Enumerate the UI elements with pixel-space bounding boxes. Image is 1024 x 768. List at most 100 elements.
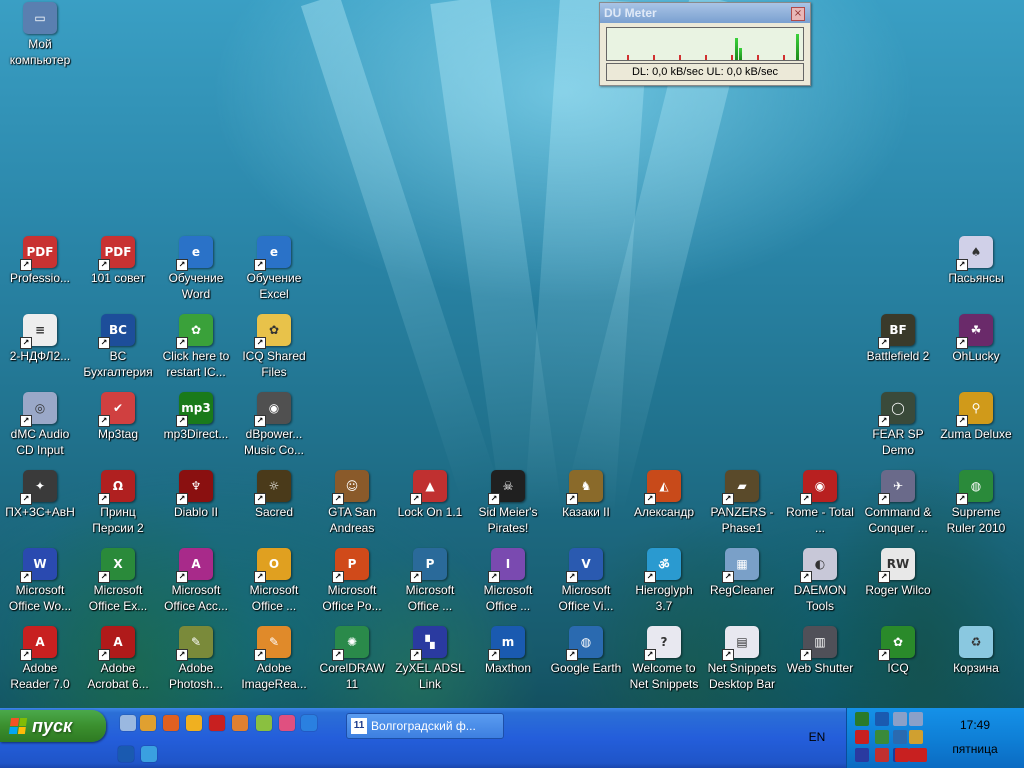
desktop-shortcut[interactable]: PDF ↗ 101 совет	[79, 236, 157, 308]
du-meter-title[interactable]: DU Meter	[600, 3, 810, 23]
desktop-shortcut[interactable]: ▲ ↗ Lock On 1.1	[391, 470, 469, 542]
close-icon[interactable]: ×	[791, 7, 805, 21]
shortcut-label: mp3Direct...	[163, 427, 229, 441]
desktop-shortcut[interactable]: ▰ ↗ PANZERS - Phase1	[703, 470, 781, 542]
desktop-shortcut[interactable]: A ↗ Adobe Reader 7.0	[1, 626, 79, 698]
desktop-shortcut[interactable]: ◍ ↗ Google Earth	[547, 626, 625, 698]
desktop-shortcut[interactable]: ♆ ↗ Diablo II	[157, 470, 235, 542]
desktop-shortcut[interactable]: RW ↗ Roger Wilco	[859, 548, 937, 620]
shortcut-arrow-icon: ↗	[956, 415, 968, 427]
internet-explorer-icon[interactable]	[301, 715, 317, 731]
winamp-icon[interactable]	[186, 715, 202, 731]
desktop-shortcut[interactable]: BF ↗ Battlefield 2	[859, 314, 937, 386]
desktop-shortcut[interactable]: ≡ ↗ 2-НДФЛ2...	[1, 314, 79, 386]
desktop-shortcut[interactable]: ✺ ↗ CorelDRAW 11	[313, 626, 391, 698]
desktop-shortcut[interactable]: ♻ Корзина	[937, 626, 1015, 698]
desktop-shortcut[interactable]: ? ↗ Welcome to Net Snippets	[625, 626, 703, 698]
desktop-shortcut[interactable]: ▤ ↗ Net Snippets Desktop Bar	[703, 626, 781, 698]
desktop-shortcut[interactable]: ✔ ↗ Mp3tag	[79, 392, 157, 464]
desktop-shortcut[interactable]: ✦ ↗ ПХ+ЗС+АвН	[1, 470, 79, 542]
language-en-icon[interactable]	[895, 748, 909, 762]
desktop-shortcut[interactable]: ◯ ↗ FEAR SP Demo	[859, 392, 937, 464]
desktop-shortcut[interactable]: ▚ ↗ ZyXEL ADSL Link	[391, 626, 469, 698]
desktop-shortcut[interactable]: X ↗ Microsoft Office Ex...	[79, 548, 157, 620]
desktop-shortcut[interactable]: ✈ ↗ Command & Conquer ...	[859, 470, 937, 542]
desktop-shortcut[interactable]: P ↗ Microsoft Office ...	[391, 548, 469, 620]
sunset-icon[interactable]	[232, 715, 248, 731]
desktop-shortcut[interactable]: ◭ ↗ Александр	[625, 470, 703, 542]
paint-icon[interactable]	[256, 715, 272, 731]
network-icon[interactable]	[893, 712, 907, 726]
tray-app-3-icon[interactable]	[893, 730, 907, 744]
desktop-shortcut[interactable]: ॐ ↗ Hieroglyph 3.7	[625, 548, 703, 620]
desktop-shortcut[interactable]: ☼ ↗ Sacred	[235, 470, 313, 542]
desktop-shortcut[interactable]: mp3 ↗ mp3Direct...	[157, 392, 235, 464]
disconnected-icon[interactable]	[855, 730, 869, 744]
desktop-shortcut[interactable]: O ↗ Microsoft Office ...	[235, 548, 313, 620]
shortcut-arrow-icon: ↗	[878, 493, 890, 505]
desktop-shortcut[interactable]: ▭ Мой компьютер	[1, 2, 79, 74]
tray-app-6-icon[interactable]	[875, 748, 889, 762]
command-conquer-icon: ✈ ↗	[878, 470, 915, 505]
desktop-shortcut[interactable]: ☺ ↗ GTA San Andreas	[313, 470, 391, 542]
desktop-shortcut[interactable]: ✿ ↗ Click here to restart IC...	[157, 314, 235, 386]
desktop-shortcut[interactable]: ♠ ↗ Пасьянсы	[937, 236, 1015, 308]
desktop-shortcut[interactable]: PDF ↗ Professio...	[1, 236, 79, 308]
desktop-shortcut[interactable]: ♞ ↗ Казаки II	[547, 470, 625, 542]
media-player-icon[interactable]	[163, 715, 179, 731]
tray-app-2-icon[interactable]	[875, 730, 889, 744]
language-indicator[interactable]: EN	[800, 730, 834, 744]
desktop-shortcut[interactable]: ✿ ↗ ICQ Shared Files	[235, 314, 313, 386]
desktop-shortcut[interactable]: m ↗ Maxthon	[469, 626, 547, 698]
desktop-shortcut[interactable]: I ↗ Microsoft Office ...	[469, 548, 547, 620]
desktop-shortcut[interactable]: A ↗ Adobe Acrobat 6...	[79, 626, 157, 698]
opera-icon[interactable]	[209, 715, 225, 731]
desktop-shortcut[interactable]: ◍ ↗ Supreme Ruler 2010	[937, 470, 1015, 542]
pencil-icon[interactable]	[140, 715, 156, 731]
desktop-shortcut[interactable]: BC ↗ BC Бухгалтерия	[79, 314, 157, 386]
desktop-shortcut[interactable]: ✎ ↗ Adobe Photosh...	[157, 626, 235, 698]
tray-app-5-icon[interactable]	[855, 748, 869, 762]
desktop-shortcut[interactable]: W ↗ Microsoft Office Wo...	[1, 548, 79, 620]
diablo-icon: ♆ ↗	[176, 470, 213, 505]
clock-time[interactable]: 17:49	[940, 718, 1010, 732]
up-down-arrow-icon[interactable]	[913, 748, 927, 762]
desktop-shortcut[interactable]: ⚲ ↗ Zuma Deluxe	[937, 392, 1015, 464]
zuma-icon: ⚲ ↗	[956, 392, 993, 427]
window-app-icon: 11	[351, 718, 367, 734]
du-meter-window[interactable]: DU Meter × DL: 0,0 kB/sec UL: 0,0 kB/sec	[599, 2, 811, 86]
tray-app-4-icon[interactable]	[909, 730, 923, 744]
roger-wilco-icon: RW ↗	[878, 548, 915, 583]
maxthon-icon[interactable]	[118, 746, 134, 762]
desktop-shortcut[interactable]: e ↗ Обучение Word	[157, 236, 235, 308]
solitaire-icon: ♠ ↗	[956, 236, 993, 271]
desktop-shortcut[interactable]: ☠ ↗ Sid Meier's Pirates!	[469, 470, 547, 542]
desktop-shortcut[interactable]: ◐ ↗ DAEMON Tools	[781, 548, 859, 620]
desktop-shortcut[interactable]: ✎ ↗ Adobe ImageRea...	[235, 626, 313, 698]
task-button-volgograd[interactable]: 11 Волгоградский ф...	[346, 713, 504, 739]
desktop-shortcut[interactable]: Ω ↗ Принц Персии 2	[79, 470, 157, 542]
desktop-shortcut[interactable]: ▥ ↗ Web Shutter	[781, 626, 859, 698]
shortcut-arrow-icon: ↗	[722, 649, 734, 661]
desktop-shortcut[interactable]: e ↗ Обучение Excel	[235, 236, 313, 308]
desktop-shortcut[interactable]: ◉ ↗ dBpower... Music Co...	[235, 392, 313, 464]
desktop-shortcut[interactable]: A ↗ Microsoft Office Acc...	[157, 548, 235, 620]
maxthon-tray-icon[interactable]	[875, 712, 889, 726]
desktop-shortcut[interactable]: ▦ ↗ RegCleaner	[703, 548, 781, 620]
globe-icon[interactable]	[141, 746, 157, 762]
start-button[interactable]: пуск	[0, 710, 106, 742]
desktop-shortcut[interactable]: ◎ ↗ dMC Audio CD Input	[1, 392, 79, 464]
network-2-icon[interactable]	[909, 712, 923, 726]
desktop-shortcut[interactable]: ☘ ↗ OhLucky	[937, 314, 1015, 386]
pdf-icon: PDF ↗	[20, 236, 57, 271]
desktop-shortcut[interactable]: V ↗ Microsoft Office Vi...	[547, 548, 625, 620]
desktop-shortcut[interactable]: ✿ ↗ ICQ	[859, 626, 937, 698]
desktop-shortcut[interactable]: P ↗ Microsoft Office Po...	[313, 548, 391, 620]
desktop-shortcut[interactable]: ◉ ↗ Rome - Total ...	[781, 470, 859, 542]
tray-app-1-icon[interactable]	[855, 712, 869, 726]
shortcut-label: Google Earth	[550, 661, 622, 675]
show-desktop-icon[interactable]	[120, 715, 136, 731]
rainbow-icon[interactable]	[279, 715, 295, 731]
shortcut-arrow-icon: ↗	[956, 337, 968, 349]
shortcut-label: Command & Conquer ...	[864, 505, 932, 535]
